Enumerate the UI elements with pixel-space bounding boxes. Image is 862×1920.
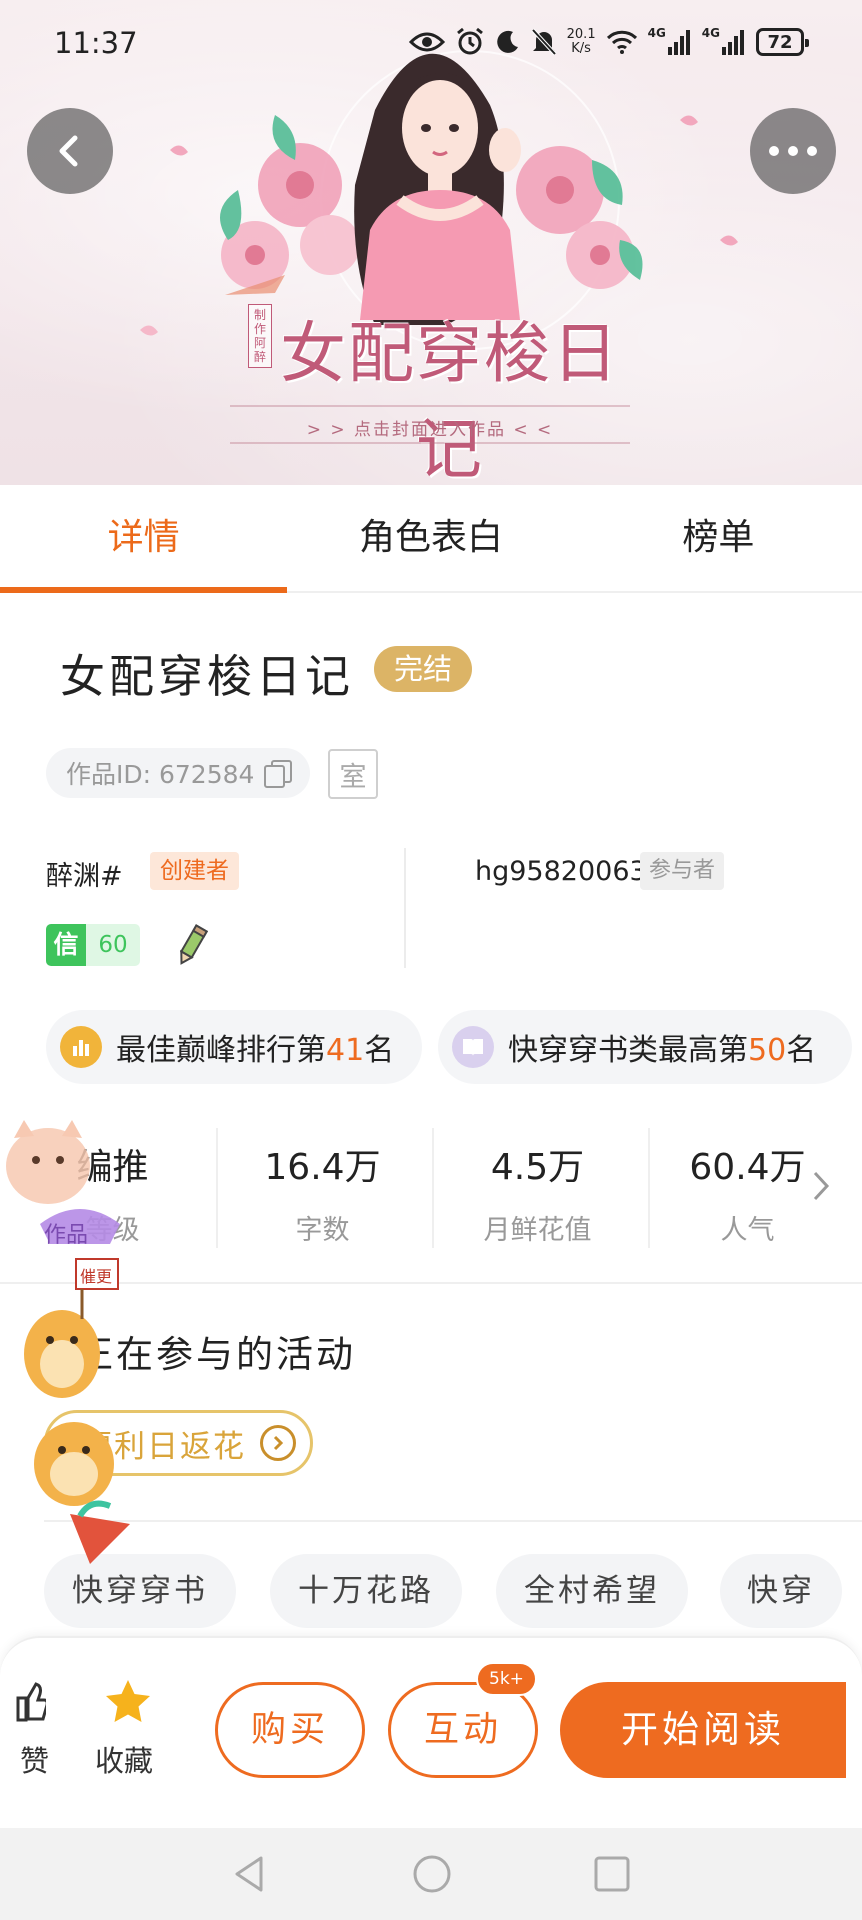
tab-bar: 详情 角色表白 榜单 [0,485,862,593]
room-button[interactable]: 室 [328,749,378,799]
stats-row[interactable]: 编推 等级 16.4万 字数 4.5万 月鲜花值 60.4万 人气 [0,1122,862,1284]
tab-character-confession[interactable]: 角色表白 [287,485,574,591]
stat-word-count: 16.4万 字数 [215,1142,430,1247]
moon-icon [495,26,521,58]
ranking-badge-category[interactable]: 快穿穿书类最高第50名 [438,1010,852,1084]
status-badge: 完结 [374,646,473,692]
book-detail-page: 制作 阿醉 女配穿梭日记 > > 点击封面进入作品 < < 11:37 20.1… [0,0,862,1920]
tab-details[interactable]: 详情 [0,485,288,593]
book-id-copy[interactable]: 作品ID: 672584 [46,748,311,798]
creator-name[interactable]: 醉渊# [46,854,123,893]
cell-signal-icon: 4G [648,26,692,58]
participant-tag: 参与者 [640,852,725,890]
buy-button[interactable]: 购买 [215,1682,365,1778]
battery-icon: 72 [756,28,809,56]
tag-chip[interactable]: 快穿穿书 [44,1554,236,1628]
stat-value: 编推 [76,1147,149,1188]
book-title: 女配穿梭日记 [60,650,355,703]
bar-chart-icon [60,1026,102,1068]
nav-recents-icon[interactable] [593,1855,631,1893]
tab-rankings[interactable]: 榜单 [575,485,862,591]
stat-monthly-flowers: 4.5万 月鲜花值 [430,1142,645,1247]
chevron-left-icon [59,135,78,167]
star-icon[interactable] [104,1678,152,1724]
more-dots-icon [769,146,817,156]
copy-icon [264,760,293,788]
stat-label: 字数 [295,1215,350,1246]
more-button[interactable] [750,108,836,194]
chevron-right-icon[interactable] [810,1168,832,1204]
stat-level: 编推 等级 [5,1142,220,1247]
activities-heading: 正在参与的活动 [76,1333,356,1376]
pencil-icon[interactable] [172,922,212,968]
interact-button[interactable]: 互动 [388,1682,538,1778]
nav-home-icon[interactable] [411,1853,453,1895]
alarm-icon [455,26,485,58]
like-icon[interactable] [16,1682,46,1722]
status-time: 11:37 [54,26,138,60]
tag-chip[interactable]: 快穿 [720,1554,842,1628]
interact-count-badge: 5k+ [476,1662,537,1696]
activity-item[interactable]: 福利日返花 [44,1410,313,1476]
stat-label: 等级 [85,1215,140,1246]
network-speed: 20.1 K/s [566,27,596,56]
stat-value: 4.5万 [490,1147,585,1188]
ranking-text: 最佳巅峰排行第41名 [116,1033,395,1068]
status-icons: 20.1 K/s 4G 4G 72 [408,26,809,58]
stat-value: 16.4万 [264,1147,381,1188]
cover-hint-divider [230,442,630,444]
tag-chip[interactable]: 全村希望 [496,1554,688,1628]
back-button[interactable] [27,108,113,194]
nav-back-icon[interactable] [231,1854,271,1894]
status-bar: 11:37 20.1 K/s 4G 4G 72 [0,0,862,90]
cover-title: 女配穿梭日记 [280,315,620,485]
stat-label: 人气 [720,1215,775,1246]
book-id-label: 作品ID: 672584 [66,760,255,789]
like-label[interactable]: 赞 [20,1738,49,1780]
chevron-right-icon [260,1425,296,1461]
favorite-label[interactable]: 收藏 [95,1738,153,1780]
eye-icon [408,26,445,58]
stat-label: 月鲜花值 [483,1215,592,1246]
creator-tag: 创建者 [150,852,239,890]
cell-signal-icon: 4G [702,26,746,58]
participant-name[interactable]: hg95820063 [475,856,647,887]
cover-hint-divider [230,405,630,407]
system-nav-bar [0,1828,862,1920]
credit-label: 信 [46,924,86,966]
cover-hint: > > 点击封面进入作品 < < [306,420,554,440]
activity-label: 福利日返花 [81,1428,246,1465]
credit-badge: 信 60 [46,924,140,966]
section-divider [44,1520,862,1522]
mute-icon [531,26,557,58]
ranking-text: 快穿穿书类最高第50名 [508,1033,817,1068]
ranking-badge-peak[interactable]: 最佳巅峰排行第41名 [46,1010,422,1084]
author-divider [404,848,406,968]
authors-section: 醉渊# 创建者 信 60 hg95820063 参与者 [0,840,862,970]
credit-value: 60 [86,924,140,966]
book-icon [452,1026,494,1068]
wifi-icon [606,26,638,58]
tag-chip[interactable]: 十万花路 [270,1554,462,1628]
start-reading-button[interactable]: 开始阅读 [560,1682,846,1778]
